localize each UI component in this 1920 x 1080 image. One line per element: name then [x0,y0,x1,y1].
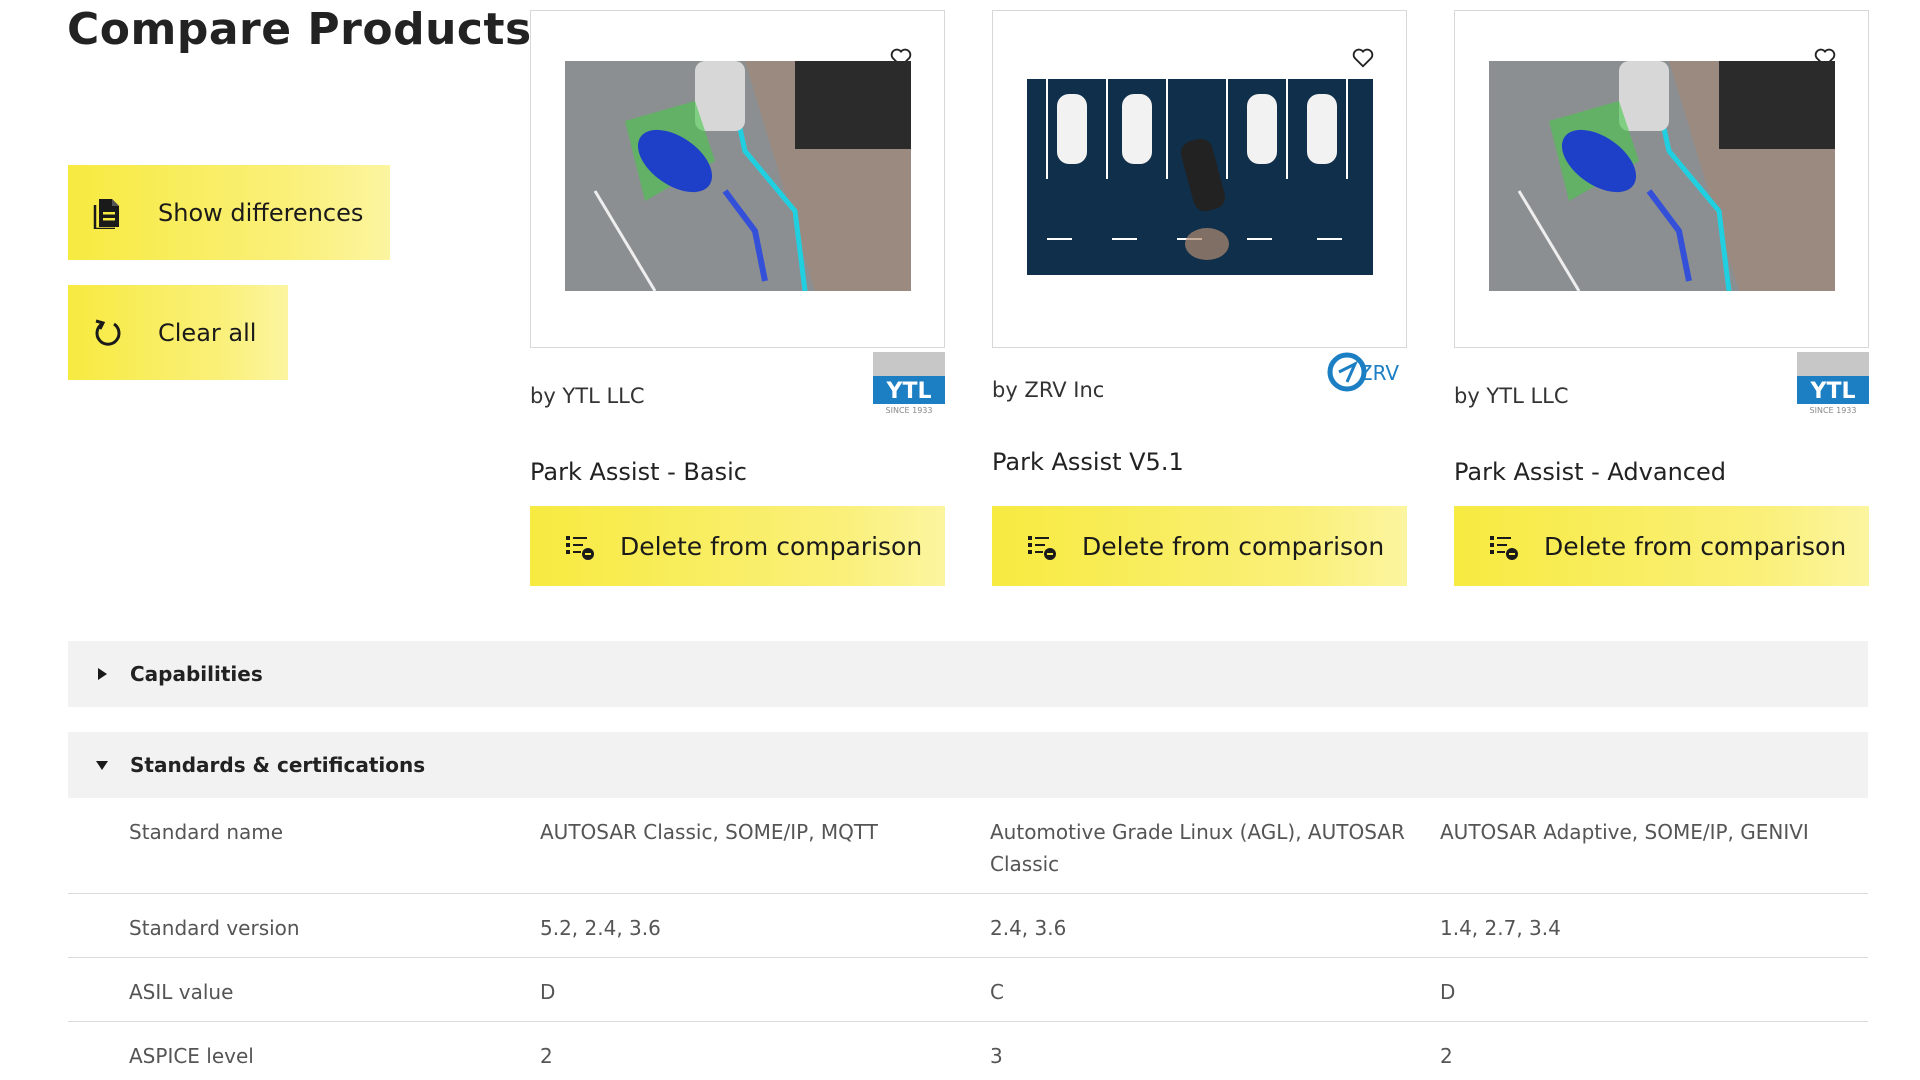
logo-text: YTL [886,379,932,404]
product-name: Park Assist V5.1 [992,448,1184,476]
product-image-frame [1454,10,1869,348]
show-differences-button[interactable]: Show differences [68,165,390,260]
delete-label: Delete from comparison [1544,531,1847,561]
logo-text: YTL [1810,379,1856,404]
caret-down-icon [96,761,108,770]
list-remove-icon [566,536,594,560]
spec-row-standard-name: Standard name AUTOSAR Classic, SOME/IP, … [68,798,1868,894]
spec-value: 3 [990,1044,1003,1068]
delete-from-comparison-button[interactable]: Delete from comparison [1454,506,1869,586]
ytl-logo-icon: YTL SINCE 1933 [873,352,945,415]
spec-row-aspice-level: ASPICE level 2 3 2 [68,1022,1868,1080]
spec-value: 2 [540,1044,553,1068]
spec-value: AUTOSAR Classic, SOME/IP, MQTT [540,820,878,844]
clear-all-label: Clear all [158,318,257,347]
vendor-name: by YTL LLC [530,384,645,408]
spec-row-standard-version: Standard version 5.2, 2.4, 3.6 2.4, 3.6 … [68,894,1868,958]
spec-label: Standard version [129,916,300,940]
product-name: Park Assist - Advanced [1454,458,1726,486]
spec-value: 2 [1440,1044,1453,1068]
spec-value: Automotive Grade Linux (AGL), AUTOSAR Cl… [990,820,1405,876]
document-icon [88,193,128,233]
section-title: Capabilities [130,662,263,686]
section-title: Standards & certifications [130,753,426,777]
capabilities-section-header[interactable]: Capabilities [68,641,1868,707]
product-image-frame [530,10,945,348]
logo-subtext: SINCE 1933 [1810,406,1857,415]
page-title: Compare Products [67,4,532,55]
delete-from-comparison-button[interactable]: Delete from comparison [530,506,945,586]
reset-icon [88,313,128,353]
spec-label: ASIL value [129,980,234,1004]
spec-value: D [540,980,556,1004]
spec-value: C [990,980,1004,1004]
spec-label: Standard name [129,820,284,844]
delete-label: Delete from comparison [620,531,923,561]
park-assist-street-image [565,61,911,291]
standards-section-header[interactable]: Standards & certifications [68,732,1868,798]
parking-lot-image [1027,79,1373,275]
spec-value: 5.2, 2.4, 3.6 [540,916,661,940]
zrv-logo-icon: ZRV [1327,352,1400,392]
logo-subtext: SINCE 1933 [886,406,933,415]
spec-value: D [1440,980,1456,1004]
vendor-name: by ZRV Inc [992,378,1105,402]
list-remove-icon [1490,536,1518,560]
product-name: Park Assist - Basic [530,458,747,486]
product-image-frame [992,10,1407,348]
spec-row-asil-value: ASIL value D C D [68,958,1868,1022]
caret-right-icon [98,668,107,680]
spec-value: AUTOSAR Adaptive, SOME/IP, GENIVI [1440,820,1809,844]
product-card: by YTL LLC YTL SINCE 1933 Park Assist - … [530,10,945,586]
logo-text: ZRV [1359,361,1400,385]
delete-from-comparison-button[interactable]: Delete from comparison [992,506,1407,586]
product-card: by ZRV Inc ZRV Park Assist V5.1 Delete f… [992,10,1407,586]
delete-label: Delete from comparison [1082,531,1385,561]
heart-icon[interactable] [1352,47,1374,69]
park-assist-street-image [1489,61,1835,291]
spec-label: ASPICE level [129,1044,254,1068]
spec-value: 2.4, 3.6 [990,916,1067,940]
list-remove-icon [1028,536,1056,560]
vendor-name: by YTL LLC [1454,384,1569,408]
ytl-logo-icon: YTL SINCE 1933 [1797,352,1869,415]
spec-value: 1.4, 2.7, 3.4 [1440,916,1561,940]
product-card: by YTL LLC YTL SINCE 1933 Park Assist - … [1454,10,1869,586]
clear-all-button[interactable]: Clear all [68,285,288,380]
show-differences-label: Show differences [158,198,364,227]
